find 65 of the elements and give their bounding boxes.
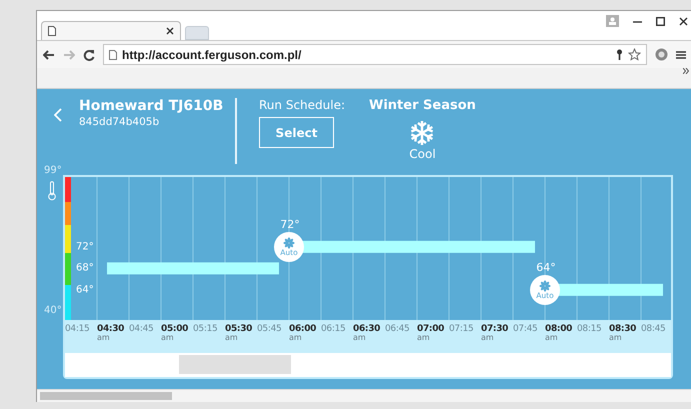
time-label: 07:15 xyxy=(449,324,474,334)
extension-icon[interactable] xyxy=(655,48,668,61)
time-label: 05:30 xyxy=(225,324,254,334)
temperature-tick-label: 64° xyxy=(76,284,94,296)
period-label: am xyxy=(545,334,559,342)
snowflake-icon xyxy=(409,119,436,147)
period-label: am xyxy=(481,334,495,342)
page-icon xyxy=(48,26,56,36)
temperature-tick-label: 68° xyxy=(76,262,94,274)
time-label: 06:45 xyxy=(385,324,410,334)
time-label: 05:15 xyxy=(193,324,218,334)
time-label: 04:15 xyxy=(65,324,90,334)
fan-icon xyxy=(283,237,295,250)
select-button[interactable]: Select xyxy=(259,117,334,148)
season-name: Winter Season xyxy=(369,98,476,113)
horizontal-scrollbar[interactable] xyxy=(37,389,691,402)
key-icon[interactable] xyxy=(616,49,623,60)
time-label: 06:00 xyxy=(289,324,318,334)
time-label: 05:00 xyxy=(161,324,190,334)
close-icon[interactable] xyxy=(679,16,688,26)
period-label: am xyxy=(97,334,111,342)
fan-icon xyxy=(539,280,551,292)
reload-icon[interactable] xyxy=(83,48,95,60)
time-label: 08:15 xyxy=(577,324,602,334)
period-label: am xyxy=(353,334,367,342)
time-label: 05:45 xyxy=(257,324,282,334)
time-label: 08:30 xyxy=(609,324,638,334)
scrollbar-thumb[interactable] xyxy=(40,392,172,400)
timeline-scroll-thumb[interactable] xyxy=(179,355,291,374)
period-label: am xyxy=(417,334,431,342)
time-label: 08:00 xyxy=(545,324,574,334)
setpoint-temperature: 72° xyxy=(280,218,300,231)
timeline-scroll-track[interactable] xyxy=(65,350,671,377)
time-label: 04:45 xyxy=(129,324,154,334)
mode-label: Cool xyxy=(409,147,436,161)
back-chevron-icon[interactable] xyxy=(54,108,62,122)
time-label: 04:30 xyxy=(97,324,126,334)
time-label: 07:45 xyxy=(513,324,538,334)
back-arrow-icon[interactable] xyxy=(43,50,55,60)
period-label: am xyxy=(609,334,623,342)
thermometer-icon xyxy=(48,181,56,201)
period-label: am xyxy=(289,334,303,342)
time-label: 07:30 xyxy=(481,324,510,334)
scale-min-label: 40° xyxy=(44,305,62,316)
time-label: 06:15 xyxy=(321,324,346,334)
star-icon[interactable] xyxy=(628,48,641,61)
user-icon[interactable] xyxy=(606,15,619,27)
period-label: am xyxy=(225,334,239,342)
device-id: 845dd74b405b xyxy=(79,116,160,128)
setpoint-temperature: 64° xyxy=(536,260,556,274)
scale-max-label: 99° xyxy=(44,165,62,176)
close-icon[interactable] xyxy=(166,27,174,35)
time-label: 08:45 xyxy=(641,324,666,334)
period-label: am xyxy=(161,334,175,342)
maximize-icon[interactable] xyxy=(656,16,665,26)
forward-arrow-icon[interactable] xyxy=(63,50,75,60)
schedule-label: Run Schedule: xyxy=(259,98,346,112)
device-name: Homeward TJ610B xyxy=(79,98,224,114)
chevron-icon[interactable] xyxy=(683,68,689,74)
time-label: 07:00 xyxy=(417,324,446,334)
menu-icon[interactable] xyxy=(676,50,686,60)
temperature-tick-label: 72° xyxy=(76,241,94,252)
time-label: 06:30 xyxy=(353,324,382,334)
page-icon xyxy=(109,50,117,60)
address-bar[interactable]: http://account.ferguson.com.pl/ xyxy=(103,44,647,65)
